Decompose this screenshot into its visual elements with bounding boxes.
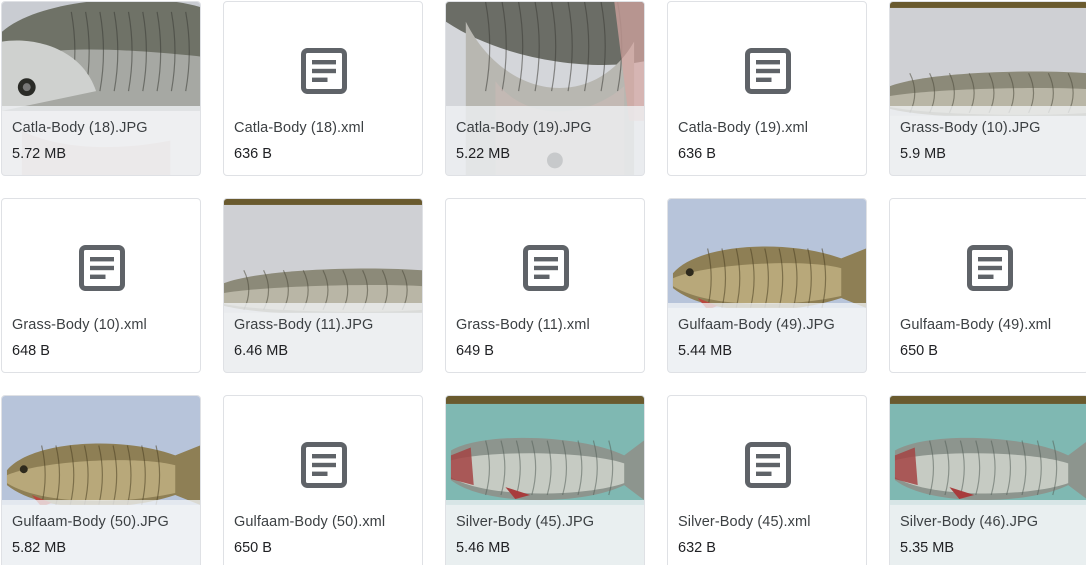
file-size: 648 B	[12, 343, 50, 359]
file-name: Silver-Body (46).JPG	[900, 514, 1039, 530]
file-info: Grass-Body (10).JPG 5.9 MB	[890, 106, 1086, 175]
file-info: Silver-Body (45).xml 632 B	[668, 500, 866, 565]
file-card-5[interactable]: Grass-Body (10).JPG 5.9 MB	[889, 1, 1086, 176]
file-size: 5.46 MB	[456, 540, 510, 556]
file-card-10[interactable]: Gulfaam-Body (49).xml 650 B	[889, 198, 1086, 373]
file-size: 5.72 MB	[12, 146, 66, 162]
file-card-4[interactable]: Catla-Body (19).xml 636 B	[667, 1, 867, 176]
file-info: Gulfaam-Body (50).xml 650 B	[224, 500, 422, 565]
file-name: Gulfaam-Body (50).xml	[234, 514, 386, 530]
file-name: Grass-Body (11).xml	[456, 317, 590, 333]
file-info: Gulfaam-Body (49).xml 650 B	[890, 303, 1086, 372]
document-icon	[301, 48, 347, 94]
file-name: Catla-Body (18).xml	[234, 120, 365, 136]
file-info: Grass-Body (11).JPG 6.46 MB	[224, 303, 422, 372]
file-size: 649 B	[456, 343, 494, 359]
document-icon	[745, 442, 791, 488]
document-icon	[745, 48, 791, 94]
file-info: Grass-Body (11).xml 649 B	[446, 303, 644, 372]
file-size: 5.9 MB	[900, 146, 946, 162]
file-card-8[interactable]: Grass-Body (11).xml 649 B	[445, 198, 645, 373]
file-info: Gulfaam-Body (49).JPG 5.44 MB	[668, 303, 866, 372]
file-name: Catla-Body (19).JPG	[456, 120, 592, 136]
file-size: 650 B	[234, 540, 272, 556]
file-card-12[interactable]: Gulfaam-Body (50).xml 650 B	[223, 395, 423, 565]
file-info: Catla-Body (18).xml 636 B	[224, 106, 422, 175]
file-card-9[interactable]: Gulfaam-Body (49).JPG 5.44 MB	[667, 198, 867, 373]
file-name: Grass-Body (10).xml	[12, 317, 147, 333]
document-icon	[79, 245, 125, 291]
file-size: 636 B	[678, 146, 716, 162]
file-card-14[interactable]: Silver-Body (45).xml 632 B	[667, 395, 867, 565]
file-card-15[interactable]: Silver-Body (46).JPG 5.35 MB	[889, 395, 1086, 565]
file-name: Grass-Body (10).JPG	[900, 120, 1041, 136]
document-icon	[301, 442, 347, 488]
file-name: Gulfaam-Body (49).JPG	[678, 317, 835, 333]
file-size: 5.35 MB	[900, 540, 954, 556]
file-card-7[interactable]: Grass-Body (11).JPG 6.46 MB	[223, 198, 423, 373]
file-card-1[interactable]: Catla-Body (18).JPG 5.72 MB	[1, 1, 201, 176]
file-name: Grass-Body (11).JPG	[234, 317, 374, 333]
file-size: 5.82 MB	[12, 540, 66, 556]
file-size: 632 B	[678, 540, 716, 556]
file-name: Catla-Body (18).JPG	[12, 120, 148, 136]
document-icon	[523, 245, 569, 291]
file-info: Grass-Body (10).xml 648 B	[2, 303, 200, 372]
file-size: 5.22 MB	[456, 146, 510, 162]
file-size: 636 B	[234, 146, 272, 162]
file-size: 6.46 MB	[234, 343, 288, 359]
file-card-3[interactable]: Catla-Body (19).JPG 5.22 MB	[445, 1, 645, 176]
file-name: Gulfaam-Body (49).xml	[900, 317, 1052, 333]
document-icon	[967, 245, 1013, 291]
file-info: Catla-Body (18).JPG 5.72 MB	[2, 106, 200, 175]
file-name: Catla-Body (19).xml	[678, 120, 809, 136]
file-info: Gulfaam-Body (50).JPG 5.82 MB	[2, 500, 200, 565]
file-info: Catla-Body (19).xml 636 B	[668, 106, 866, 175]
file-info: Catla-Body (19).JPG 5.22 MB	[446, 106, 644, 175]
file-card-11[interactable]: Gulfaam-Body (50).JPG 5.82 MB	[1, 395, 201, 565]
file-name: Silver-Body (45).JPG	[456, 514, 595, 530]
file-name: Silver-Body (45).xml	[678, 514, 811, 530]
file-name: Gulfaam-Body (50).JPG	[12, 514, 169, 530]
file-card-13[interactable]: Silver-Body (45).JPG 5.46 MB	[445, 395, 645, 565]
file-info: Silver-Body (45).JPG 5.46 MB	[446, 500, 644, 565]
file-card-6[interactable]: Grass-Body (10).xml 648 B	[1, 198, 201, 373]
file-card-2[interactable]: Catla-Body (18).xml 636 B	[223, 1, 423, 176]
file-size: 5.44 MB	[678, 343, 732, 359]
file-size: 650 B	[900, 343, 938, 359]
file-info: Silver-Body (46).JPG 5.35 MB	[890, 500, 1086, 565]
file-grid: Catla-Body (18).JPG 5.72 MB Catla-Body (…	[0, 0, 1086, 565]
